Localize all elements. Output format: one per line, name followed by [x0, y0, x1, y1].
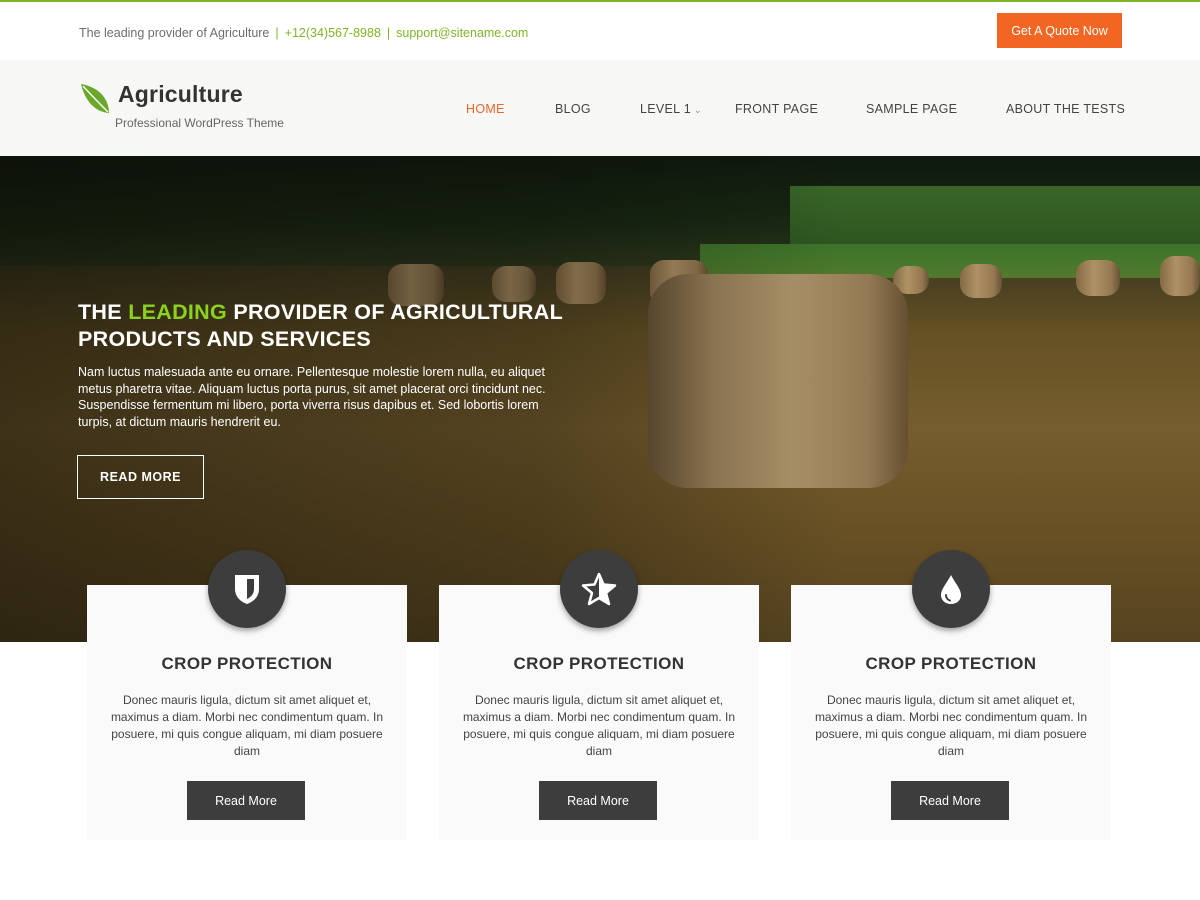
site-title[interactable]: Agriculture: [118, 81, 243, 108]
feature-card-text: Donec mauris ligula, dictum sit amet ali…: [814, 693, 1088, 758]
shield-icon: [208, 550, 286, 628]
read-more-button[interactable]: READ MORE: [77, 455, 204, 499]
top-bar: The leading provider of Agriculture | +12(…: [0, 2, 1200, 60]
site-header: Agriculture Professional WordPress Theme…: [0, 60, 1200, 156]
nav-sample-page[interactable]: SAMPLE PAGE: [866, 102, 957, 116]
email-link[interactable]: support@sitename.com: [396, 26, 528, 40]
hero-title-start: THE: [78, 300, 122, 324]
phone-link[interactable]: +12(34)567-8988: [285, 26, 381, 40]
chevron-down-icon: ⌄: [693, 105, 702, 115]
feature-card-text: Donec mauris ligula, dictum sit amet ali…: [462, 693, 736, 758]
nav-home[interactable]: HOME: [466, 102, 505, 116]
feature-card-title: CROP PROTECTION: [161, 654, 333, 673]
site-tagline-top: The leading provider of Agriculture: [79, 26, 270, 40]
star-icon-glyph: [581, 572, 617, 606]
nav-blog[interactable]: BLOG: [555, 102, 591, 116]
feature-card-title: CROP PROTECTION: [865, 654, 1037, 673]
contact-info: The leading provider of Agriculture | +12(…: [79, 26, 528, 40]
nav-about-the-tests[interactable]: ABOUT THE TESTS: [1006, 102, 1125, 116]
leaf-icon[interactable]: [79, 81, 111, 115]
hero-title: THE LEADING PROVIDER OF AGRICULTURAL PRO…: [78, 299, 638, 353]
site-tagline: Professional WordPress Theme: [115, 116, 284, 130]
feature-read-more-button[interactable]: Read More: [891, 781, 1009, 820]
nav-level-1-label: LEVEL 1: [640, 102, 691, 116]
separator: |: [275, 26, 279, 40]
nav-level-1[interactable]: LEVEL 1 ⌄: [640, 102, 702, 116]
feature-card-title: CROP PROTECTION: [513, 654, 685, 673]
feature-read-more-button[interactable]: Read More: [187, 781, 305, 820]
water-drop-icon: [912, 550, 990, 628]
feature-read-more-button[interactable]: Read More: [539, 781, 657, 820]
shield-icon-glyph: [235, 575, 259, 604]
hero-description: Nam luctus malesuada ante eu ornare. Pel…: [78, 365, 546, 429]
water-drop-icon-glyph: [941, 575, 961, 604]
star-icon: [560, 550, 638, 628]
get-quote-button[interactable]: Get A Quote Now: [997, 13, 1122, 48]
hero-title-highlight: LEADING: [128, 300, 228, 324]
separator: |: [386, 26, 391, 40]
feature-card-text: Donec mauris ligula, dictum sit amet ali…: [110, 693, 384, 758]
nav-front-page[interactable]: FRONT PAGE: [735, 102, 818, 116]
